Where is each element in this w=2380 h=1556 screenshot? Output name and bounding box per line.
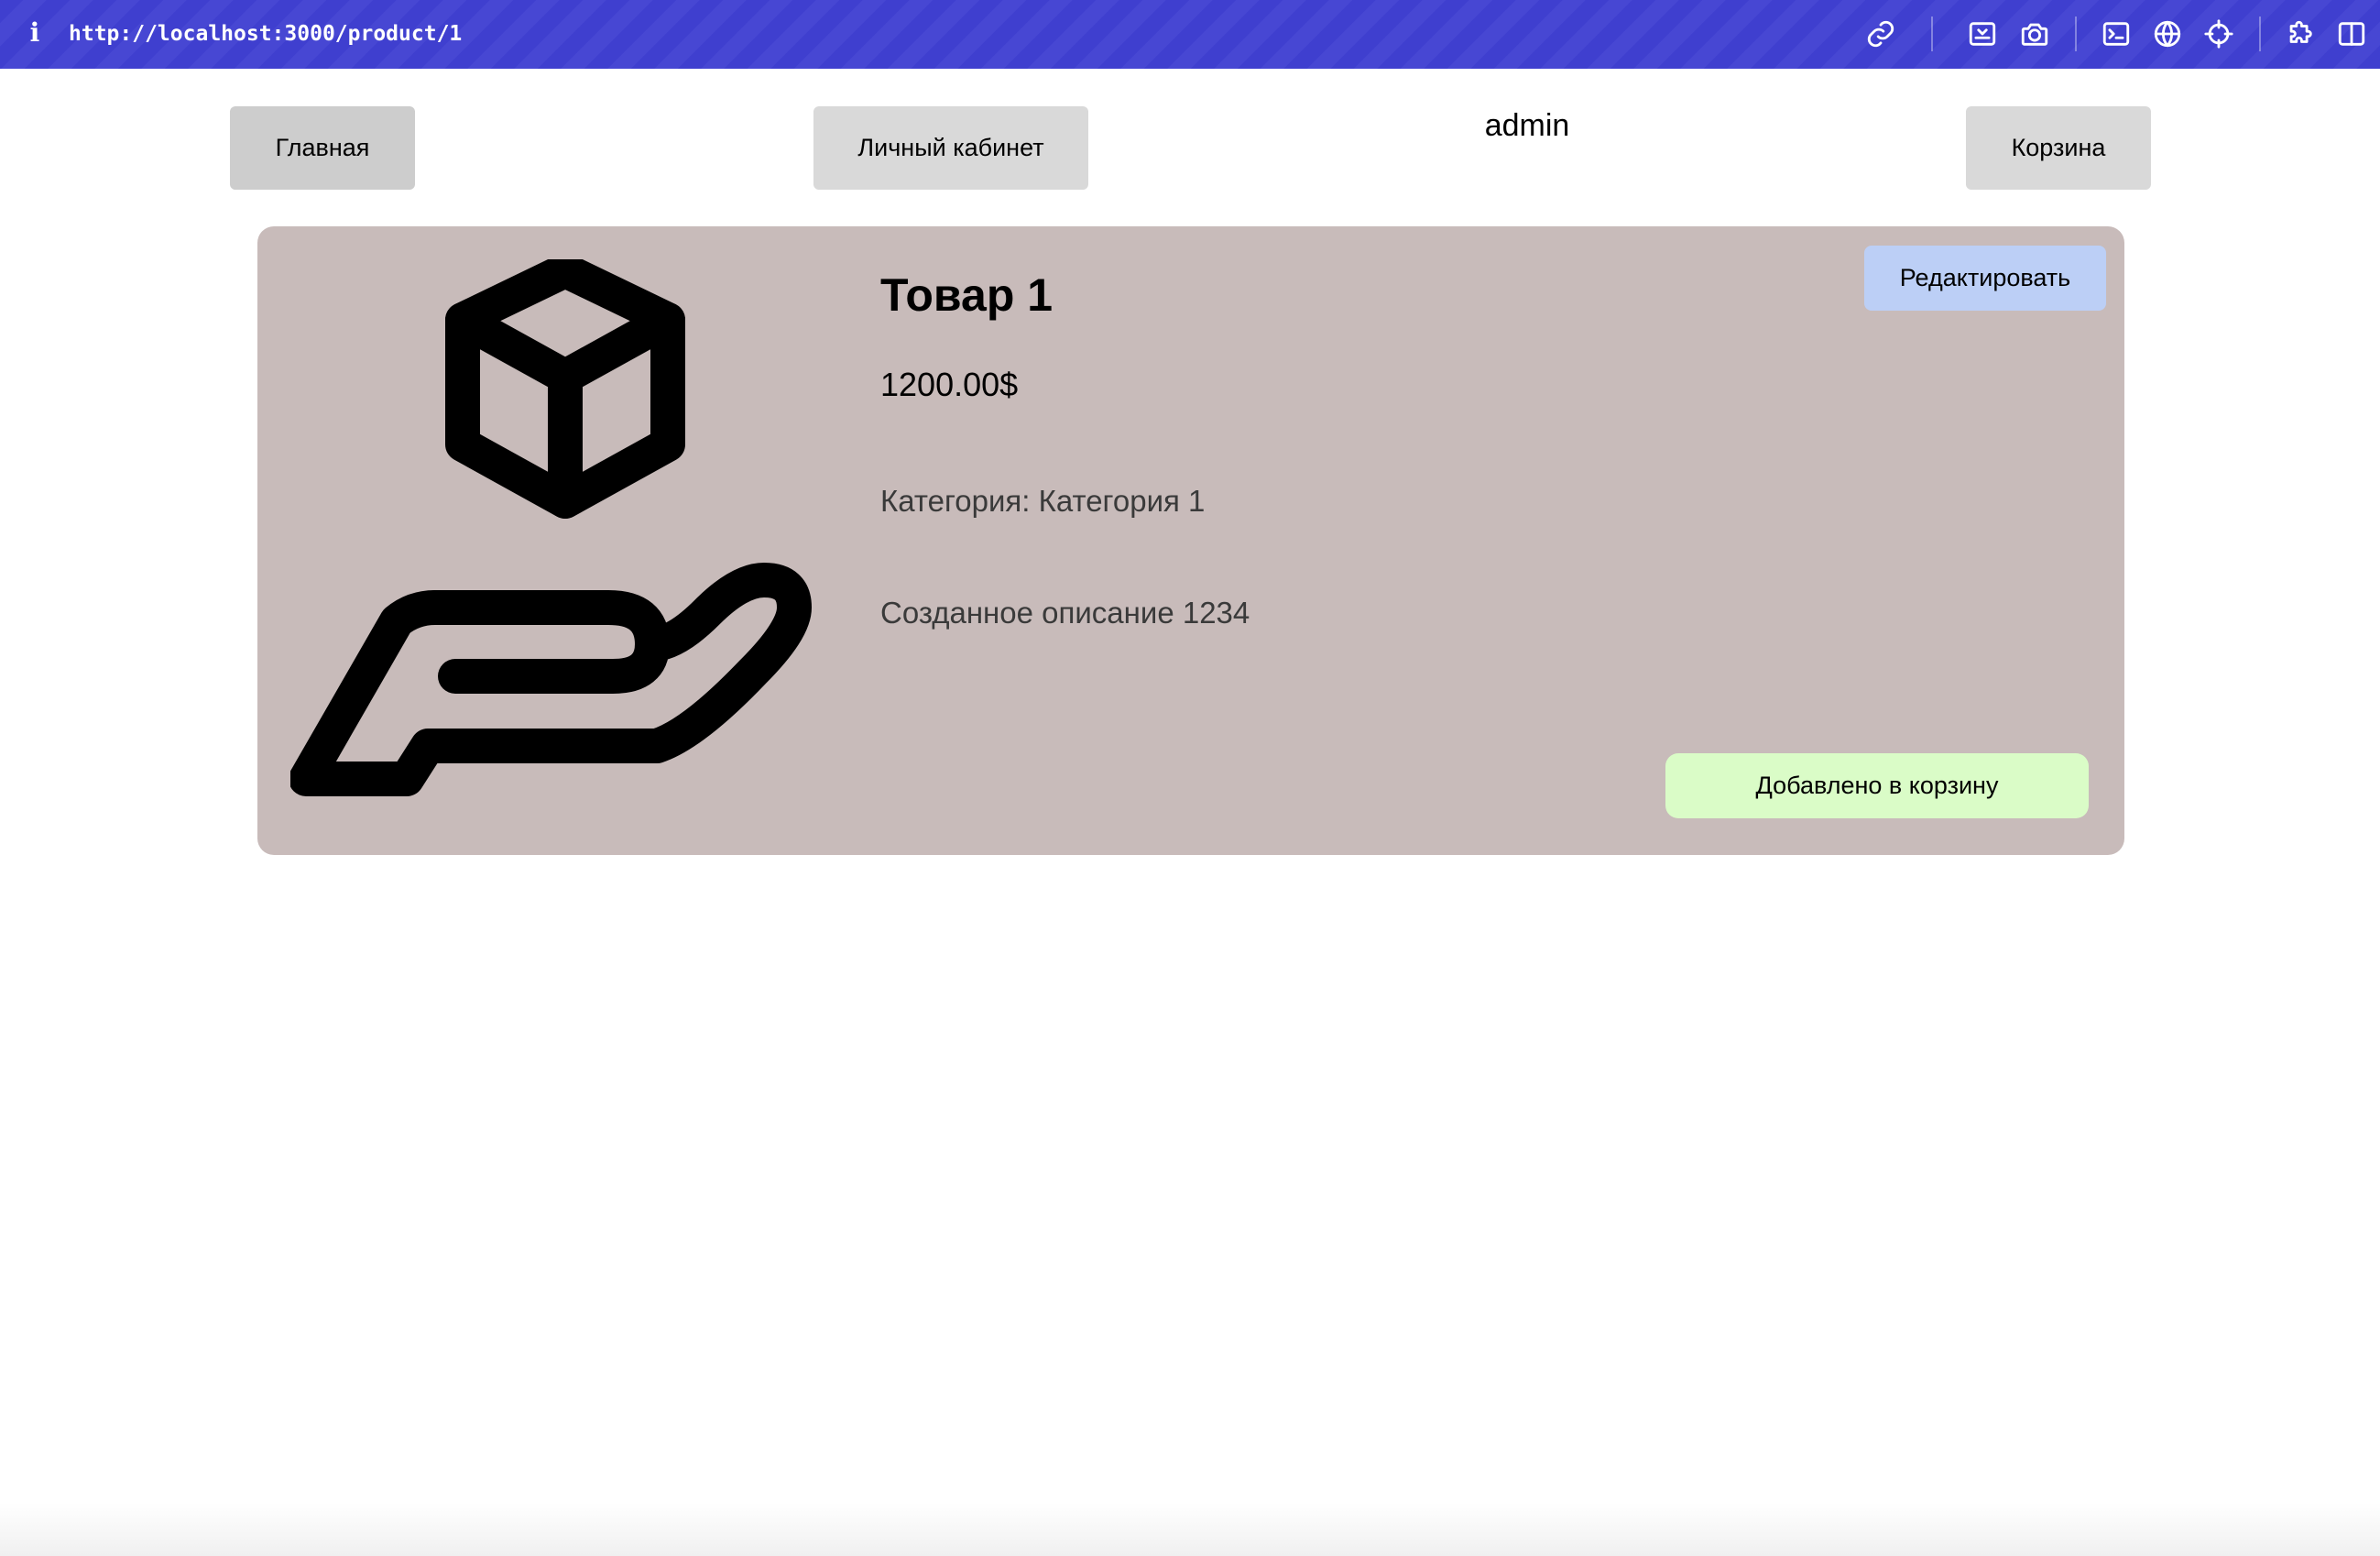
product-description: Созданное описание 1234	[880, 596, 1250, 630]
camera-icon[interactable]	[2017, 16, 2052, 51]
crosshair-icon[interactable]	[2201, 16, 2236, 51]
browser-toolbar: i http://localhost:3000/product/1	[0, 0, 2380, 69]
bottom-fade	[0, 1503, 2380, 1556]
username-label: admin	[1484, 108, 1570, 143]
extension-icon[interactable]	[2283, 16, 2318, 51]
product-title: Товар 1	[880, 269, 1054, 321]
info-icon[interactable]: i	[24, 16, 46, 49]
cart-button[interactable]: Корзина	[1966, 106, 2151, 190]
toolbar-separator	[1931, 16, 1933, 51]
screenshot-area-icon[interactable]	[1965, 16, 2000, 51]
sidebar-icon[interactable]	[2334, 16, 2369, 51]
product-card: Товар 1 1200.00$ Категория: Категория 1 …	[257, 226, 2124, 855]
product-price: 1200.00$	[880, 366, 1019, 403]
address-bar-url[interactable]: http://localhost:3000/product/1	[69, 17, 462, 50]
link-icon[interactable]	[1863, 16, 1898, 51]
home-button[interactable]: Главная	[230, 106, 415, 190]
toolbar-separator	[2075, 16, 2077, 51]
added-to-cart-button[interactable]: Добавлено в корзину	[1665, 753, 2089, 818]
toolbar-separator	[2259, 16, 2261, 51]
product-category: Категория: Категория 1	[880, 484, 1206, 518]
edit-button[interactable]: Редактировать	[1864, 246, 2106, 311]
terminal-icon[interactable]	[2099, 16, 2134, 51]
globe-icon[interactable]	[2150, 16, 2185, 51]
hand-holding-box-icon	[289, 253, 849, 818]
personal-account-button[interactable]: Личный кабинет	[813, 106, 1088, 190]
